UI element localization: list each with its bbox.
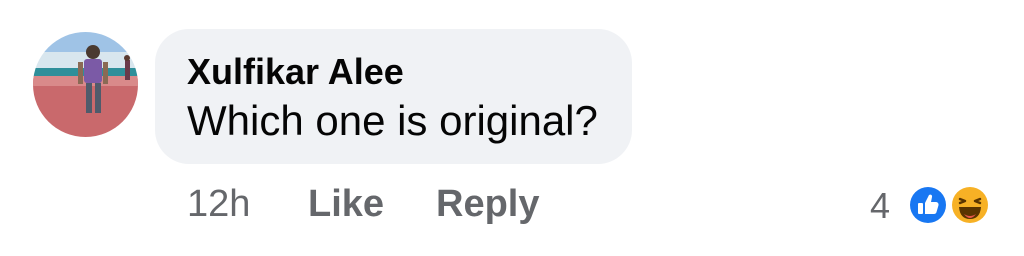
comment-text: Which one is original? [187, 97, 598, 144]
comment-author-name[interactable]: Xulfikar Alee [187, 51, 404, 93]
haha-icon [949, 184, 991, 226]
avatar[interactable] [33, 32, 138, 137]
like-icon [907, 184, 949, 226]
reaction-count: 4 [870, 185, 891, 226]
comment-actions: 12h Like Reply 4 [0, 183, 1024, 227]
comment-bubble: Xulfikar Alee Which one is original? [155, 29, 632, 164]
avatar-photo [33, 32, 138, 137]
comment-timestamp[interactable]: 12h [187, 183, 250, 226]
reply-button[interactable]: Reply [436, 183, 539, 226]
like-button[interactable]: Like [308, 183, 384, 226]
